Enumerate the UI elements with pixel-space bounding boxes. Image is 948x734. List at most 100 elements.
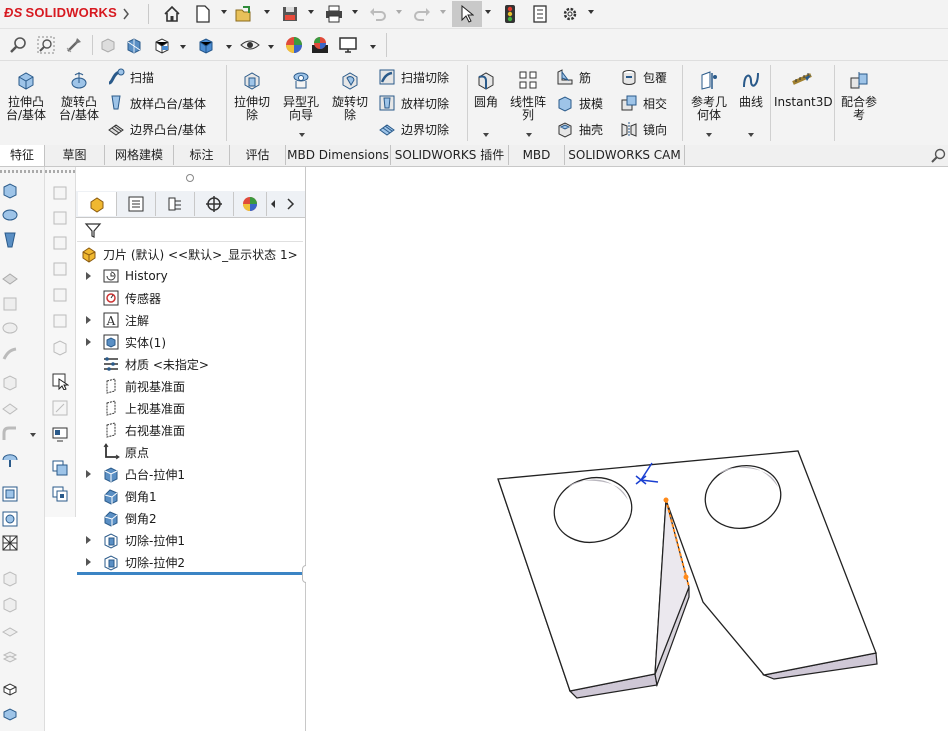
hide-show-items-icon[interactable]: [240, 35, 260, 55]
revolve-boss-icon[interactable]: [1, 204, 19, 222]
expand-arrow-icon[interactable]: [86, 272, 91, 280]
intersect-icon[interactable]: [1, 595, 19, 613]
ref-plane-icon[interactable]: [51, 184, 69, 202]
apply-scene-icon[interactable]: [310, 35, 330, 55]
fillet-dropdown-icon[interactable]: [30, 433, 36, 437]
propertymanager-tab[interactable]: [117, 192, 156, 216]
section-view-icon[interactable]: [98, 35, 118, 55]
expand-arrow-icon[interactable]: [86, 558, 91, 566]
intersect-button[interactable]: 相交: [620, 92, 667, 114]
tab-mesh-modeling[interactable]: 网格建模: [105, 145, 174, 165]
fillet-dropdown-icon[interactable]: [483, 133, 489, 137]
tab-solidworks-addins[interactable]: SOLIDWORKS 插件: [391, 145, 509, 165]
hide-show-dropdown-icon[interactable]: [268, 45, 274, 49]
paste-settings-icon[interactable]: [51, 485, 69, 503]
options-dropdown-icon[interactable]: [588, 10, 594, 14]
curves-button[interactable]: 曲线: [734, 69, 768, 109]
loft-boss-icon[interactable]: [1, 231, 19, 249]
graphics-area[interactable]: [306, 167, 948, 731]
expand-arrow-icon[interactable]: [86, 316, 91, 324]
tree-item-chamfer2[interactable]: 倒角2: [76, 507, 305, 529]
save-dropdown-icon[interactable]: [308, 10, 314, 14]
panel-collapse-handle[interactable]: [186, 174, 194, 182]
linear-pattern-button[interactable]: 线性阵 列: [506, 69, 550, 122]
ref-csys-icon[interactable]: [51, 234, 69, 252]
tree-item-boss-extrude1[interactable]: 凸台-拉伸1: [76, 463, 305, 485]
tab-features[interactable]: 特征: [0, 145, 45, 166]
ref-mate-icon[interactable]: [51, 338, 69, 356]
tree-item-sensors[interactable]: 传感器: [76, 287, 305, 309]
select-dropdown-icon[interactable]: [485, 10, 491, 14]
dimxpertmanager-tab[interactable]: [195, 192, 234, 216]
fillet-button[interactable]: 圆角: [470, 69, 502, 109]
sweep-cut-button[interactable]: 扫描切除: [378, 66, 449, 88]
tree-item-history[interactable]: History: [76, 265, 305, 287]
wrap-button[interactable]: 包覆: [620, 66, 667, 88]
extrude-boss-button[interactable]: 拉伸凸 台/基体: [2, 69, 50, 122]
tree-item-cut-extrude2[interactable]: 切除-拉伸2: [76, 551, 305, 573]
fillet-icon[interactable]: [1, 425, 19, 443]
tree-item-material[interactable]: 材质 <未指定>: [76, 353, 305, 375]
move-copy-body-icon[interactable]: [1, 704, 19, 722]
loft-cut-button[interactable]: 放样切除: [378, 92, 449, 114]
tabs-scroll-left-icon[interactable]: [269, 199, 277, 209]
view-settings-icon[interactable]: [338, 35, 358, 55]
extrude-cut-icon[interactable]: [1, 295, 19, 313]
combine-icon[interactable]: [1, 679, 19, 697]
save-icon[interactable]: [280, 4, 300, 24]
loft-cut-icon[interactable]: [1, 373, 19, 391]
displaymanager-tab[interactable]: [234, 192, 267, 216]
revolve-cut-icon[interactable]: [1, 319, 19, 337]
shell-button[interactable]: 抽壳: [556, 118, 603, 140]
expand-arrow-icon[interactable]: [86, 536, 91, 544]
tab-sketch[interactable]: 草图: [45, 145, 105, 165]
tree-root-part[interactable]: 刀片 (默认) <<默认>_显示状态 1>: [76, 243, 305, 265]
tree-item-right-plane[interactable]: 右视基准面: [76, 419, 305, 441]
sweep-cut-icon[interactable]: [1, 345, 19, 363]
open-dropdown-icon[interactable]: [264, 10, 270, 14]
zoom-area-icon[interactable]: [36, 35, 56, 55]
ref-axis-icon[interactable]: [51, 209, 69, 227]
revolve-boss-button[interactable]: 旋转凸 台/基体: [55, 69, 103, 122]
undo-dropdown-icon[interactable]: [396, 10, 402, 14]
measure-icon[interactable]: [51, 399, 69, 417]
draft-button[interactable]: 拔模: [556, 92, 603, 114]
boundary-boss-icon[interactable]: [1, 269, 19, 287]
configurationmanager-tab[interactable]: [156, 192, 195, 216]
tab-mbd[interactable]: MBD: [509, 145, 565, 165]
display-style-dropdown-icon[interactable]: [226, 45, 232, 49]
draft-icon[interactable]: [1, 485, 19, 503]
hole-wizard-button[interactable]: 异型孔 向导: [278, 69, 324, 122]
view-orientation-icon[interactable]: [152, 35, 172, 55]
search-commands-icon[interactable]: [930, 148, 946, 164]
boundary-cut-icon[interactable]: [1, 399, 19, 417]
tree-item-origin[interactable]: 原点: [76, 441, 305, 463]
edit-appearance-icon[interactable]: [284, 35, 304, 55]
instant3d-button[interactable]: Instant3D: [774, 69, 833, 109]
print-icon[interactable]: [324, 4, 344, 24]
mirror-button[interactable]: 镜向: [620, 118, 667, 140]
loft-boss-button[interactable]: 放样凸台/基体: [107, 92, 206, 114]
shell-icon[interactable]: [1, 510, 19, 528]
ref-bounding-box-icon[interactable]: [51, 312, 69, 330]
ref-center-of-mass-icon[interactable]: [51, 286, 69, 304]
extrude-boss-icon[interactable]: [1, 181, 19, 199]
linear-pattern-dropdown-icon[interactable]: [526, 133, 532, 137]
split-icon[interactable]: [1, 647, 19, 665]
ref-point-icon[interactable]: [51, 260, 69, 278]
mate-reference-button[interactable]: 配合参 考: [836, 69, 882, 122]
tree-item-front-plane[interactable]: 前视基准面: [76, 375, 305, 397]
zoom-to-fit-icon[interactable]: [8, 35, 28, 55]
boundary-cut-button[interactable]: 边界切除: [378, 118, 449, 140]
expand-arrow-icon[interactable]: [86, 470, 91, 478]
sweep-button[interactable]: 扫描: [107, 66, 154, 88]
tree-item-top-plane[interactable]: 上视基准面: [76, 397, 305, 419]
expand-arrow-icon[interactable]: [86, 338, 91, 346]
display-pane-icon[interactable]: [51, 425, 69, 443]
extrude-cut-button[interactable]: 拉伸切 除: [230, 69, 274, 122]
tab-solidworks-cam[interactable]: SOLIDWORKS CAM: [565, 145, 685, 165]
home-icon[interactable]: [162, 4, 182, 24]
rib-icon[interactable]: [1, 450, 19, 468]
chevron-right-icon[interactable]: [122, 8, 130, 20]
hole-wizard-dropdown-icon[interactable]: [299, 133, 305, 137]
